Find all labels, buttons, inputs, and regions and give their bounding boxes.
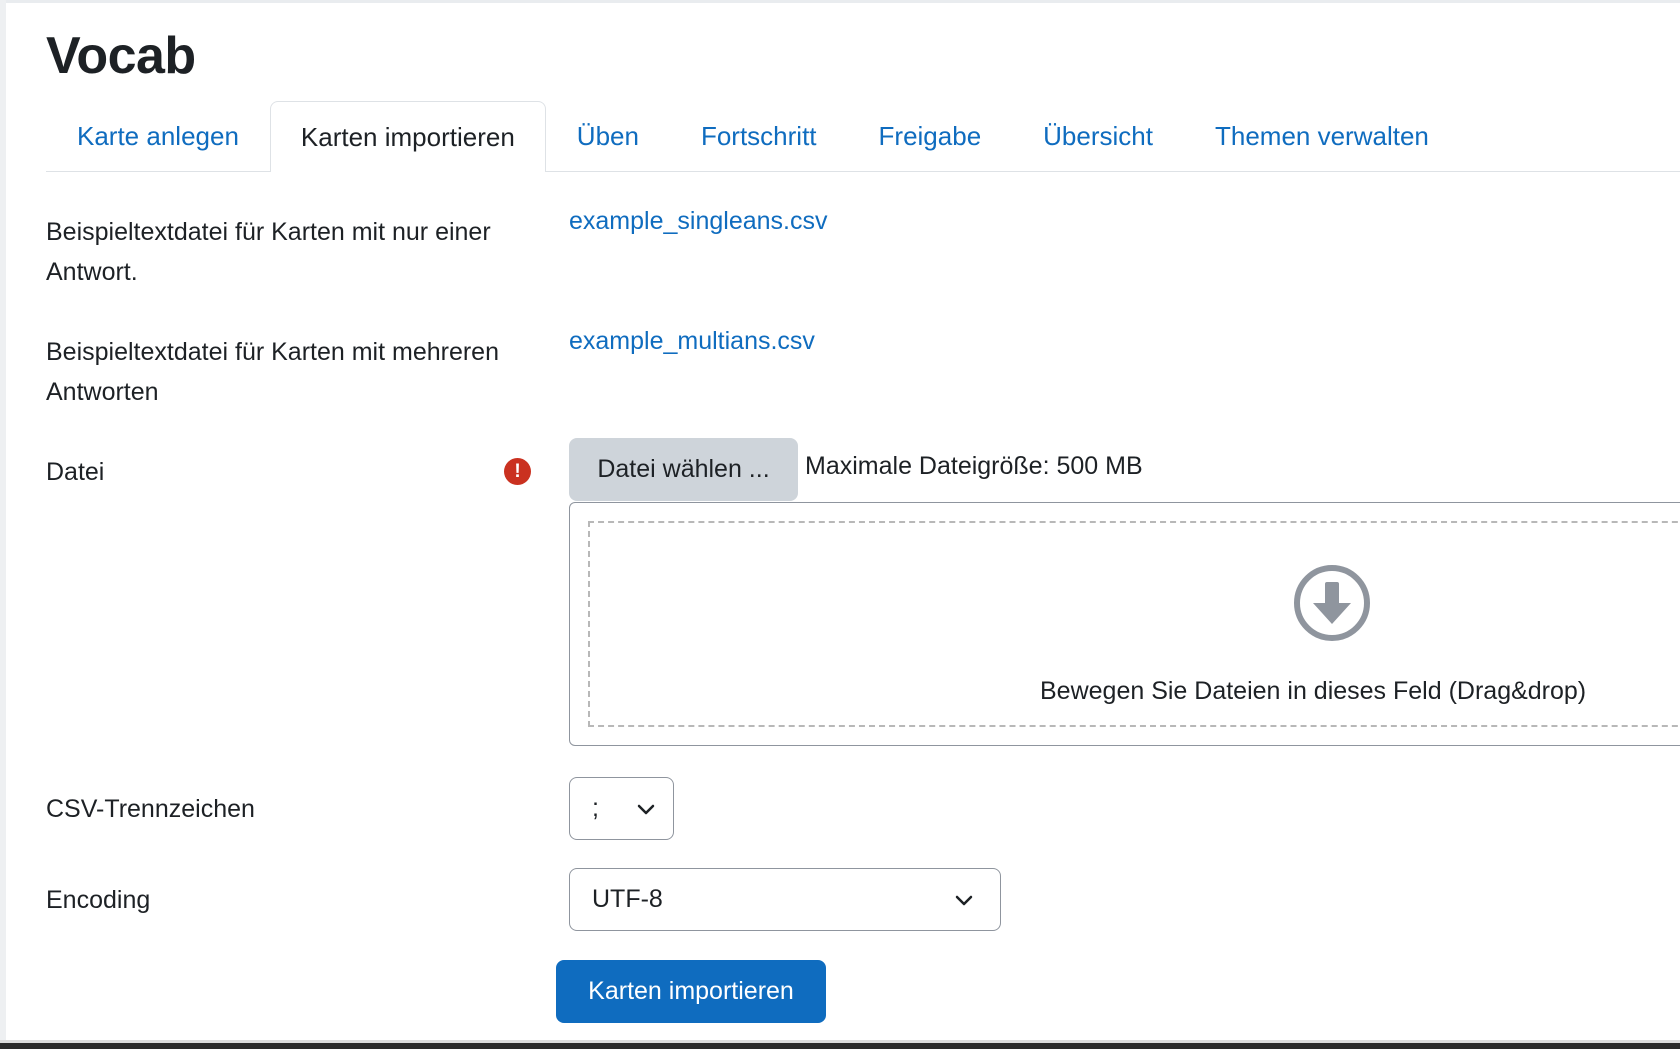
bottom-window-edge bbox=[0, 1040, 1680, 1049]
encoding-value: UTF-8 bbox=[592, 885, 663, 913]
dropzone-text: Bewegen Sie Dateien in dieses Feld (Drag… bbox=[1040, 677, 1587, 705]
exclamation-circle-icon: ! bbox=[504, 458, 531, 485]
window-left-edge bbox=[0, 0, 6, 1049]
tab-fortschritt[interactable]: Fortschritt bbox=[670, 101, 848, 171]
file-dropzone[interactable] bbox=[569, 502, 1680, 746]
tab-bar: Karte anlegen Karten importieren Üben Fo… bbox=[46, 100, 1680, 172]
import-cards-button[interactable]: Karten importieren bbox=[556, 960, 826, 1023]
tab-ueben[interactable]: Üben bbox=[546, 101, 670, 171]
choose-file-button[interactable]: Datei wählen ... bbox=[569, 438, 798, 501]
multi-example-label: Beispieltextdatei für Karten mit mehrere… bbox=[46, 338, 499, 406]
chevron-down-icon bbox=[955, 895, 973, 906]
delimiter-select[interactable]: ; bbox=[569, 777, 674, 840]
delimiter-label: CSV-Trennzeichen bbox=[46, 795, 255, 823]
delimiter-value: ; bbox=[592, 794, 599, 822]
single-example-label: Beispieltextdatei für Karten mit nur ein… bbox=[46, 218, 491, 286]
tab-uebersicht[interactable]: Übersicht bbox=[1012, 101, 1184, 171]
multi-example-link[interactable]: example_multians.csv bbox=[569, 327, 815, 356]
single-example-link[interactable]: example_singleans.csv bbox=[569, 207, 827, 236]
tab-karten-importieren[interactable]: Karten importieren bbox=[269, 101, 546, 172]
tab-karte-anlegen[interactable]: Karte anlegen bbox=[46, 101, 270, 171]
tab-themen-verwalten[interactable]: Themen verwalten bbox=[1184, 101, 1460, 171]
chevron-down-icon bbox=[637, 804, 655, 815]
window-top-edge bbox=[0, 0, 1680, 3]
page-title: Vocab bbox=[46, 27, 196, 85]
download-arrow-circle-icon bbox=[1294, 565, 1370, 641]
max-file-size-text: Maximale Dateigröße: 500 MB bbox=[805, 452, 1143, 480]
file-label: Datei bbox=[46, 458, 105, 486]
tab-freigabe[interactable]: Freigabe bbox=[848, 101, 1013, 171]
encoding-select[interactable]: UTF-8 bbox=[569, 868, 1001, 931]
encoding-label: Encoding bbox=[46, 886, 151, 914]
